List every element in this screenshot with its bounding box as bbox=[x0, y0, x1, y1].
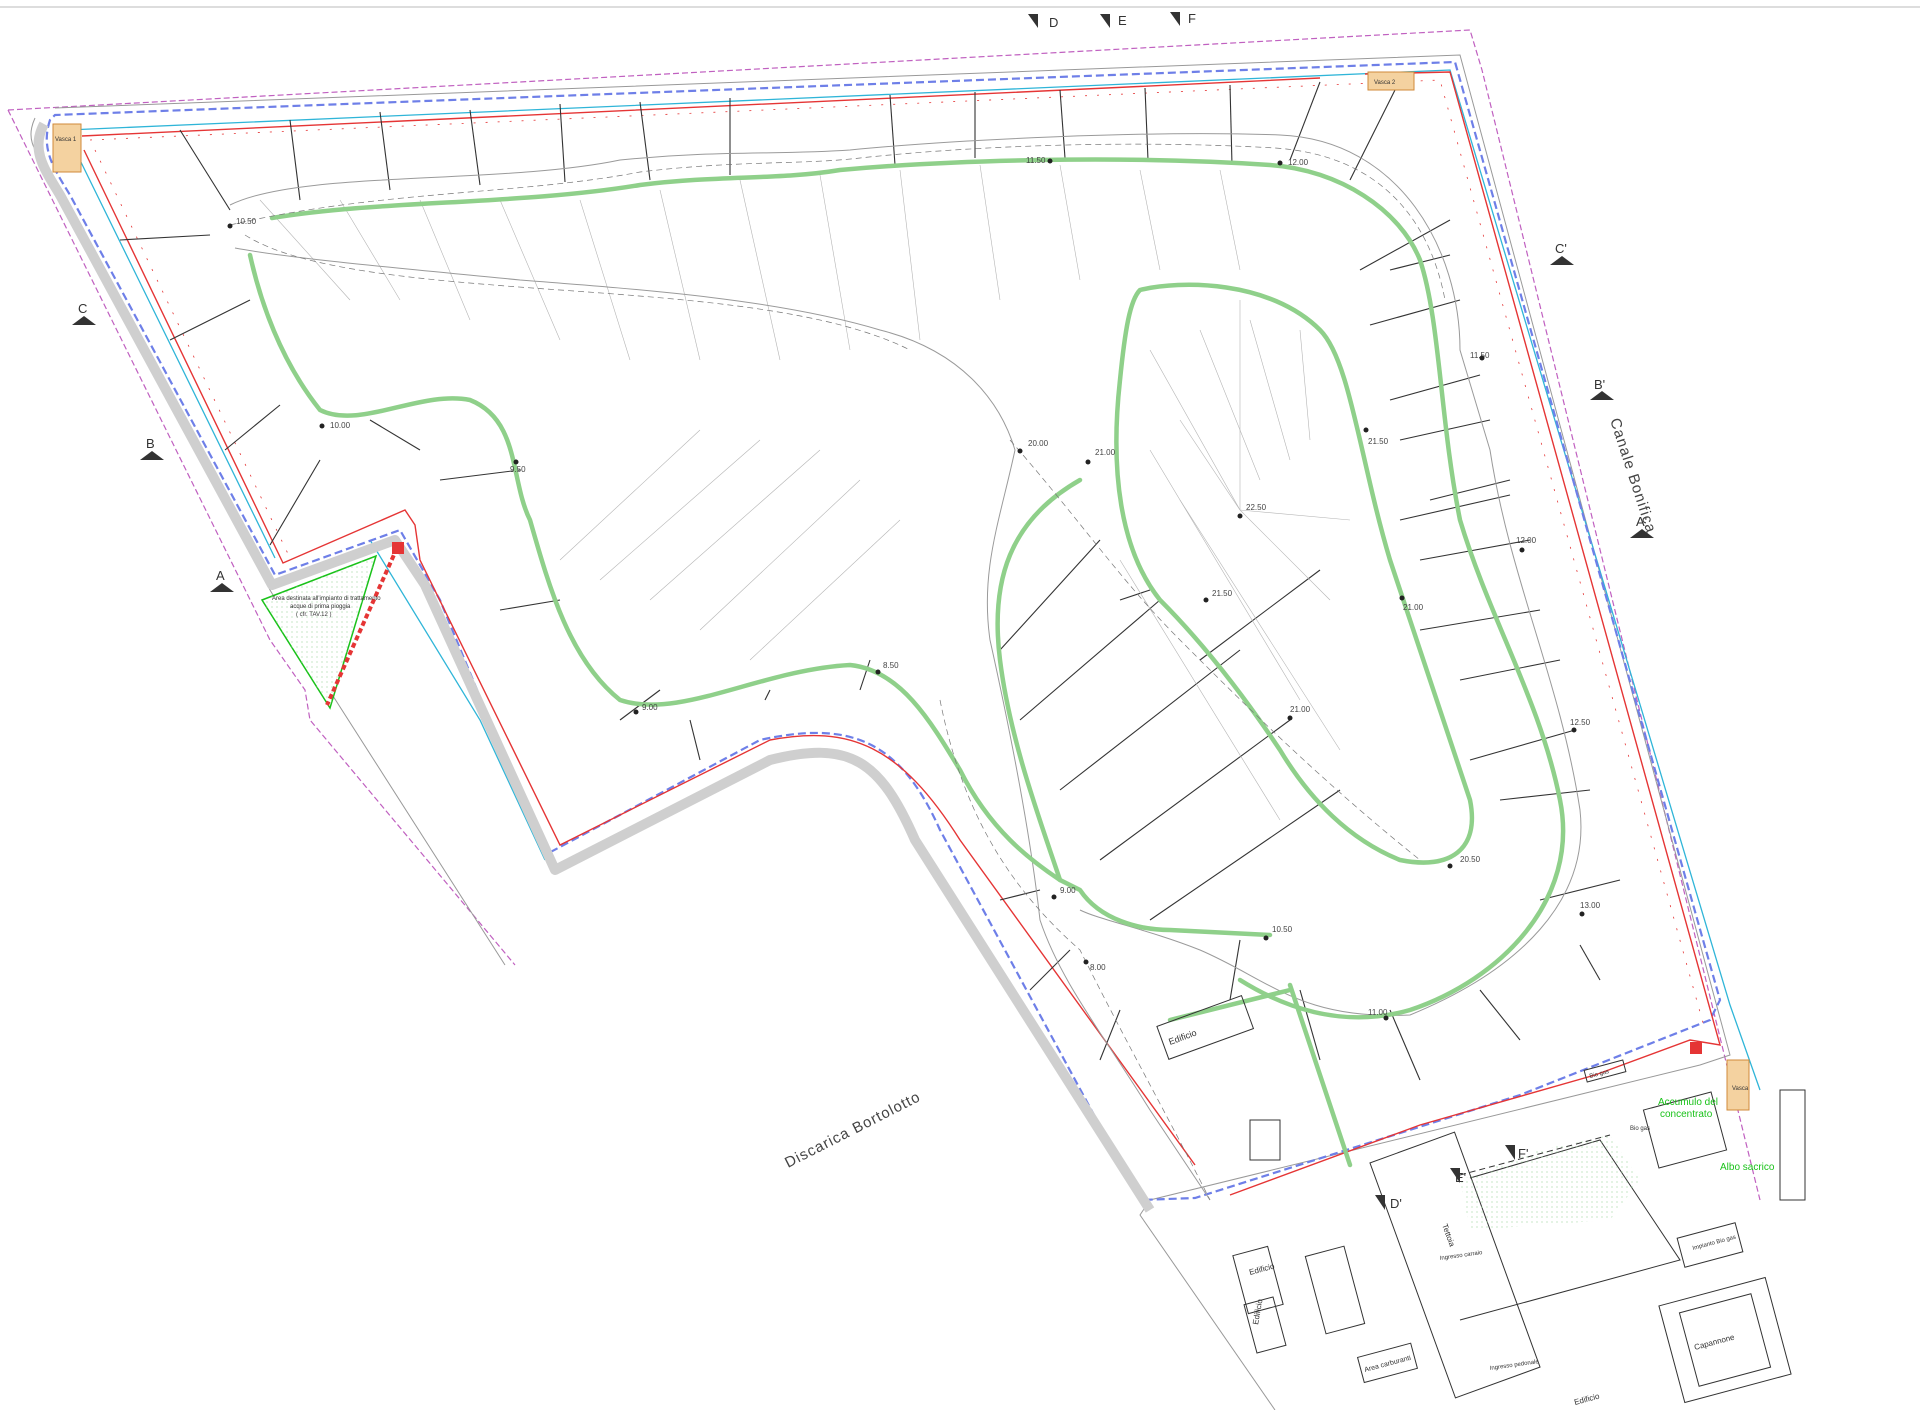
edificio-label-1: Edificio bbox=[1167, 1028, 1198, 1047]
elevation-label: 12.00 bbox=[1516, 536, 1537, 545]
section-c2-label: C' bbox=[1555, 241, 1567, 256]
road-edge-outer bbox=[229, 133, 1582, 1016]
elevation-label: 20.00 bbox=[1028, 439, 1049, 448]
manhole-red-2 bbox=[1690, 1042, 1702, 1054]
elevation-label: 9.00 bbox=[1060, 886, 1076, 895]
elevation-label: 8.00 bbox=[1090, 963, 1106, 972]
section-e-label: E bbox=[1118, 13, 1127, 28]
section-b2-label: B' bbox=[1594, 377, 1605, 392]
vasca-2-label: Vasca 2 bbox=[1374, 80, 1396, 86]
section-b-label: B bbox=[146, 436, 155, 451]
tettoia-hatch bbox=[1460, 1135, 1640, 1230]
elevation-label: 13.00 bbox=[1580, 901, 1601, 910]
section-d-label: D bbox=[1049, 15, 1058, 30]
area-text-3: ( cfr. TAV.12 ) bbox=[296, 612, 331, 618]
albo-label: Albo sacrico bbox=[1720, 1162, 1775, 1173]
west-boundary-line bbox=[30, 117, 506, 966]
discarica-label: Discarica Bortolotto bbox=[782, 1088, 923, 1171]
elevation-label: 8.50 bbox=[883, 661, 899, 670]
section-f-label: F bbox=[1188, 11, 1196, 26]
red-perimeter-inner bbox=[89, 79, 1706, 1031]
biogas-label-3: Bio gas bbox=[1630, 1126, 1650, 1132]
elevation-label: 20.50 bbox=[1460, 855, 1481, 864]
vasca-1-label: Vasca 1 bbox=[55, 137, 77, 143]
section-f2-label: F' bbox=[1518, 1146, 1528, 1161]
biogas-label-2: Impianto Bio gas bbox=[1692, 1235, 1737, 1252]
tettoia-label: Tettoia bbox=[1440, 1223, 1457, 1249]
elevation-label: 10.00 bbox=[330, 421, 351, 430]
accumulo-label-2: concentrato bbox=[1660, 1109, 1713, 1120]
embankment-band bbox=[33, 121, 1155, 1213]
edificio-label-2: Edificio bbox=[1248, 1261, 1276, 1277]
accumulo-label-1: Accumulo del bbox=[1658, 1097, 1718, 1108]
section-c-label: C bbox=[78, 301, 87, 316]
elevation-label: 21.00 bbox=[1403, 603, 1424, 612]
area-text-2: acque di prima pioggia bbox=[290, 604, 351, 610]
elevation-label: 12.00 bbox=[1288, 158, 1309, 167]
area-text-1: Area destinata all'impianto di trattamen… bbox=[272, 596, 381, 602]
elevation-label: 9.50 bbox=[510, 465, 526, 474]
elevation-label: 10.50 bbox=[236, 217, 257, 226]
area-carburanti-label: Area carburanti bbox=[1364, 1355, 1412, 1374]
section-d2-label: D' bbox=[1390, 1196, 1402, 1211]
vasca-3-label: Vasca bbox=[1732, 1086, 1749, 1092]
section-e2-label: E' bbox=[1455, 1170, 1466, 1185]
road-centerlines bbox=[229, 143, 1446, 1201]
capannone-label: Capannone bbox=[1693, 1332, 1736, 1352]
site-plan-drawing: Vasca 1 Vasca 2 Vasca C B A C' B' A' D E… bbox=[0, 6, 1920, 1410]
elevation-label: 21.50 bbox=[1212, 589, 1233, 598]
elevation-label: 11.50 bbox=[1026, 156, 1046, 165]
elevation-label: 21.50 bbox=[1368, 437, 1389, 446]
ingresso-carraio-label: Ingresso carraio bbox=[1439, 1250, 1483, 1262]
elevation-label: 22.50 bbox=[1246, 503, 1267, 512]
vasca-1-tank bbox=[52, 123, 82, 173]
elevation-label: 21.00 bbox=[1095, 448, 1116, 457]
vasca-3-tank bbox=[1726, 1059, 1750, 1111]
light-hatching bbox=[259, 164, 1351, 821]
canale-bonifica-label: Canale Bonifica bbox=[1606, 416, 1659, 535]
elevation-label: 12.50 bbox=[1570, 718, 1591, 727]
elevation-label: 10.50 bbox=[1272, 925, 1293, 934]
manhole-red bbox=[392, 542, 404, 554]
section-a-label: A bbox=[216, 568, 225, 583]
elevation-label: 21.00 bbox=[1290, 705, 1311, 714]
edificio-label-4: Edificio bbox=[1573, 1391, 1601, 1407]
elevation-label: 9.00 bbox=[642, 703, 658, 712]
elevation-label: 11.00 bbox=[1368, 1008, 1388, 1017]
